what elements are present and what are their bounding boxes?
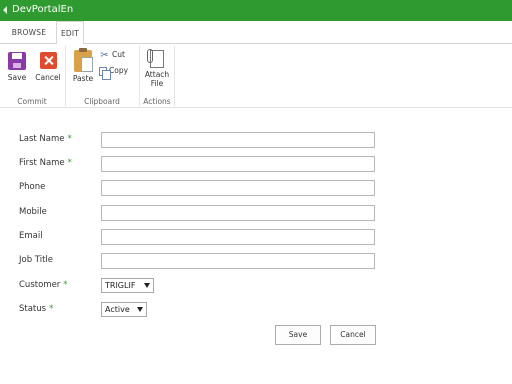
paste-icon bbox=[74, 48, 93, 72]
status-selected-value: Active bbox=[105, 305, 130, 314]
cancel-button[interactable]: Cancel bbox=[330, 325, 376, 345]
attach-file-button[interactable]: Attach File bbox=[142, 44, 172, 88]
attach-label-line2: File bbox=[150, 79, 164, 88]
customer-selected-value: TRIGLIF bbox=[105, 281, 136, 290]
required-marker: * bbox=[63, 280, 68, 290]
save-icon bbox=[8, 52, 26, 70]
field-label: Job Title bbox=[19, 255, 54, 265]
field-label: Last Name * bbox=[19, 134, 72, 144]
first-name-input[interactable] bbox=[101, 156, 375, 172]
cancel-ribbon-button[interactable]: Cancel bbox=[33, 44, 63, 82]
copy-icon bbox=[99, 66, 111, 80]
save-ribbon-label: Save bbox=[7, 73, 27, 82]
tab-edit[interactable]: EDIT bbox=[56, 21, 84, 45]
cut-button[interactable]: ✂ Cut bbox=[99, 48, 125, 62]
cancel-ribbon-label: Cancel bbox=[35, 73, 61, 82]
save-button[interactable]: Save bbox=[275, 325, 321, 345]
actions-group: Attach File Actions bbox=[140, 44, 174, 108]
required-marker: * bbox=[49, 304, 54, 314]
job-title-input[interactable] bbox=[101, 253, 375, 269]
edit-form: Last Name * First Name * Phone Mobile Emai… bbox=[0, 108, 512, 384]
ribbon-tabs: BROWSE EDIT bbox=[0, 21, 512, 45]
site-title[interactable]: DevPortalEn bbox=[12, 4, 73, 15]
cut-label: Cut bbox=[112, 50, 125, 59]
customer-select[interactable]: TRIGLIF bbox=[101, 278, 154, 293]
tab-browse[interactable]: BROWSE bbox=[6, 21, 52, 44]
paperclip-icon bbox=[147, 49, 164, 68]
field-label: Customer * bbox=[19, 280, 68, 290]
copy-button[interactable]: Copy bbox=[99, 64, 129, 80]
paste-button[interactable]: Paste bbox=[70, 44, 96, 83]
dropdown-arrow-icon bbox=[144, 283, 150, 288]
ribbon: Save Cancel Commit Paste ✂ Cut Copy Clipb… bbox=[0, 44, 512, 108]
scissors-icon: ✂ bbox=[100, 49, 109, 61]
dropdown-arrow-icon bbox=[137, 307, 143, 312]
back-arrow-icon[interactable] bbox=[3, 6, 7, 14]
paste-label: Paste bbox=[72, 74, 94, 83]
commit-group-label: Commit bbox=[17, 97, 47, 106]
field-label: Mobile bbox=[19, 207, 47, 217]
field-label: Phone bbox=[19, 182, 46, 192]
field-label: Status * bbox=[19, 304, 54, 314]
mobile-input[interactable] bbox=[101, 205, 375, 221]
suite-bar: DevPortalEn bbox=[0, 0, 512, 21]
status-select[interactable]: Active bbox=[101, 302, 147, 317]
attach-label-line1: Attach bbox=[144, 70, 170, 79]
phone-input[interactable] bbox=[101, 180, 375, 196]
cancel-icon bbox=[39, 52, 57, 69]
save-ribbon-button[interactable]: Save bbox=[4, 44, 30, 82]
required-marker: * bbox=[67, 134, 72, 144]
commit-group: Save Cancel Commit bbox=[0, 44, 64, 108]
field-label: Email bbox=[19, 231, 43, 241]
field-label: First Name * bbox=[19, 158, 72, 168]
copy-label: Copy bbox=[109, 66, 129, 75]
clipboard-group-label: Clipboard bbox=[84, 97, 120, 106]
actions-group-label: Actions bbox=[143, 97, 171, 106]
ribbon-divider bbox=[174, 46, 175, 106]
required-marker: * bbox=[67, 158, 72, 168]
clipboard-group: Paste ✂ Cut Copy Clipboard bbox=[66, 44, 138, 108]
email-input[interactable] bbox=[101, 229, 375, 245]
last-name-input[interactable] bbox=[101, 132, 375, 148]
